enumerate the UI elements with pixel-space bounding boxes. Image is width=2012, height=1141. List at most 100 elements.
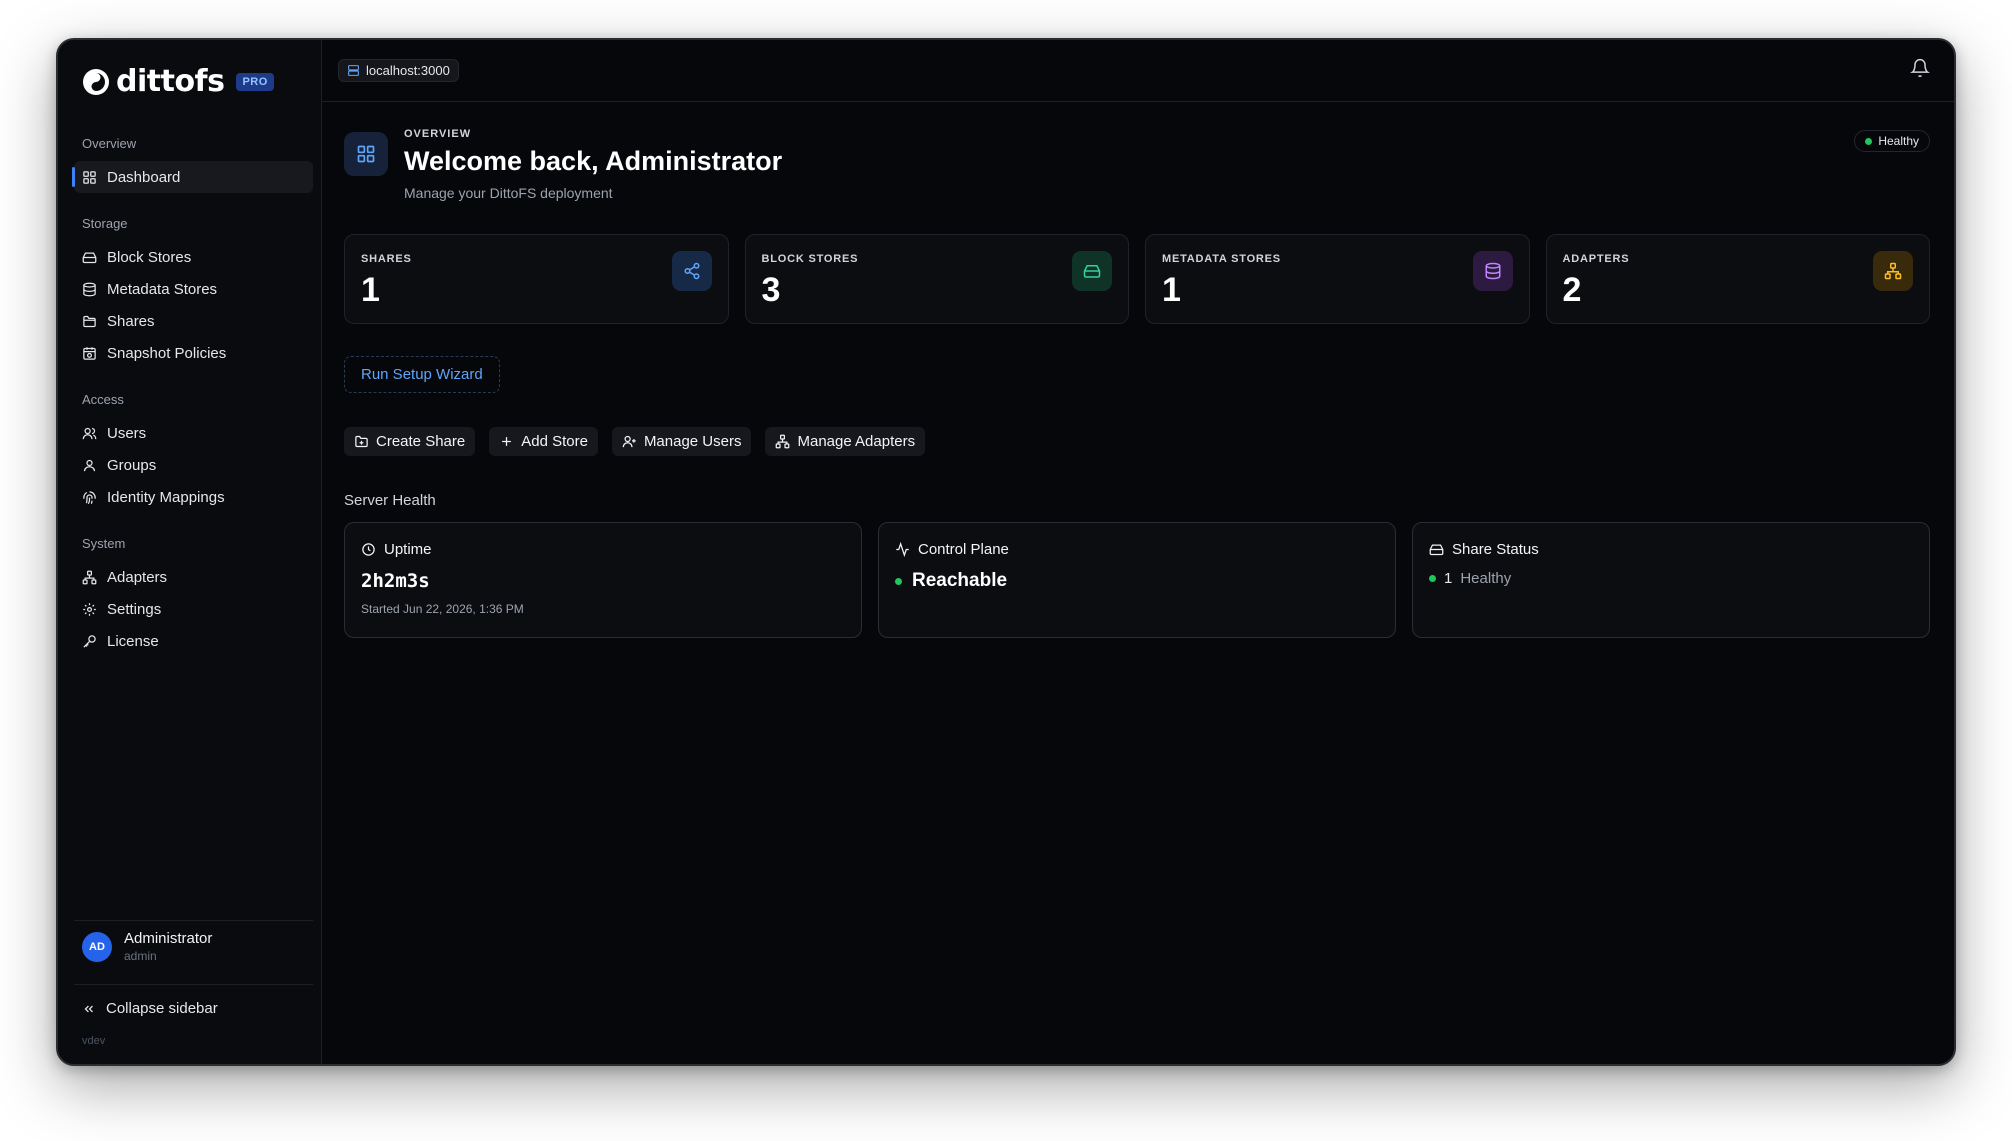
share-icon	[684, 262, 699, 280]
sidebar-item-label: Identity Mappings	[107, 488, 225, 506]
sidebar-item-groups[interactable]: Groups	[74, 449, 313, 481]
app-window: dittofs PRO Overview Dashboard Storage B…	[56, 38, 1956, 1066]
nav-section-system: System Adapters Settings License	[58, 536, 321, 657]
uptime-started: Started Jun 22, 2026, 1:36 PM	[361, 602, 524, 616]
control-plane-card: Control Plane Reachable	[878, 522, 1396, 638]
stat-icon	[1472, 251, 1513, 291]
status-label: Healthy	[1878, 134, 1919, 148]
collapse-sidebar-button[interactable]: Collapse sidebar	[82, 1000, 218, 1017]
plus-icon	[502, 437, 512, 446]
gear-icon	[83, 602, 96, 616]
host-label: localhost:3000	[366, 63, 450, 78]
users-icon	[83, 459, 96, 471]
folder-plus-icon	[355, 435, 368, 448]
control-plane-value: Reachable	[912, 570, 1008, 591]
sidebar-item-label: Dashboard	[107, 168, 181, 186]
sidebar-item-adapters[interactable]: Adapters	[74, 561, 313, 593]
stat-value: 1	[361, 271, 380, 309]
key-icon	[83, 634, 96, 648]
avatar: AD	[82, 931, 112, 962]
header-icon	[344, 132, 388, 176]
folder-icon	[83, 315, 96, 327]
uptime-value: 2h2m3s	[361, 570, 430, 592]
stat-card-adapters[interactable]: ADAPTERS 2	[1545, 234, 1930, 324]
page-eyebrow: OVERVIEW	[404, 128, 472, 140]
database-icon	[1485, 262, 1500, 280]
sidebar-item-users[interactable]: Users	[74, 417, 313, 449]
sidebar-item-identity-mappings[interactable]: Identity Mappings	[74, 481, 313, 513]
stat-value: 2	[1562, 271, 1582, 309]
sidebar-divider	[74, 984, 313, 985]
stat-card-shares[interactable]: SHARES 1	[344, 234, 729, 324]
sidebar-item-label: License	[107, 632, 159, 650]
add-store-button[interactable]: Add Store	[489, 427, 598, 456]
user-profile[interactable]: AD Administrator admin	[82, 930, 212, 963]
stat-label: ADAPTERS	[1562, 253, 1630, 265]
user-role: admin	[124, 949, 157, 963]
share-status-card: Share Status 1 Healthy	[1412, 522, 1930, 638]
manage-adapters-button[interactable]: Manage Adapters	[765, 427, 926, 456]
stat-icon	[671, 251, 712, 291]
pro-badge: PRO	[236, 72, 274, 91]
share-status-row: 1 Healthy	[1429, 570, 1913, 587]
version-label: vdev	[82, 1035, 106, 1047]
sidebar-item-settings[interactable]: Settings	[74, 593, 313, 625]
clock-icon	[362, 543, 375, 556]
page-title: Welcome back, Administrator	[404, 146, 783, 176]
nav-section-storage: Storage Block Stores Metadata Stores Sha…	[58, 216, 321, 369]
nav-section-title: Overview	[82, 136, 137, 151]
sidebar-item-label: Metadata Stores	[107, 280, 218, 298]
server-health-title: Server Health	[344, 492, 436, 509]
nav-section-overview: Overview Dashboard	[58, 136, 321, 193]
activity-icon	[896, 542, 909, 557]
sidebar-divider	[74, 920, 313, 921]
nav-section-title: Storage	[82, 216, 128, 231]
status-dot	[1865, 137, 1873, 145]
create-share-button[interactable]: Create Share	[344, 427, 476, 456]
collapse-sidebar-label: Collapse sidebar	[106, 1000, 218, 1017]
run-setup-wizard-button[interactable]: Run Setup Wizard	[344, 356, 500, 393]
app-name: dittofs	[116, 64, 225, 99]
stat-card-metadata-stores[interactable]: METADATA STORES 1	[1145, 234, 1530, 324]
database-icon	[83, 282, 96, 296]
user-name: Administrator	[124, 930, 213, 947]
chevrons-left-icon	[84, 1005, 93, 1012]
notifications-button[interactable]	[1910, 58, 1930, 83]
nav-section-access: Access Users Groups Identity Mappings	[58, 392, 321, 513]
button-label: Manage Users	[643, 433, 742, 450]
hard-drive-icon	[1083, 265, 1101, 278]
topbar: localhost:3000	[322, 40, 1954, 102]
sidebar-item-label: Users	[107, 424, 147, 442]
sidebar-item-snapshot-policies[interactable]: Snapshot Policies	[74, 337, 313, 369]
network-icon	[82, 570, 97, 584]
hard-drive-icon	[82, 252, 97, 263]
status-badge: Healthy	[1854, 130, 1930, 152]
control-plane-status: Reachable	[895, 570, 1379, 592]
button-label: Add Store	[521, 433, 588, 450]
sidebar-item-shares[interactable]: Shares	[74, 305, 313, 337]
app-logo[interactable]: dittofs PRO	[82, 64, 274, 99]
sidebar-item-dashboard[interactable]: Dashboard	[72, 161, 313, 193]
server-icon	[348, 65, 359, 76]
stat-icon	[1873, 251, 1913, 291]
calendar-clock-icon	[83, 346, 96, 360]
sidebar-item-label: Block Stores	[107, 248, 192, 266]
sidebar-item-license[interactable]: License	[74, 625, 313, 657]
stats-grid: SHARES 1 BLOCK STORES 3 METADATA STORES …	[344, 234, 1930, 324]
sidebar-item-label: Adapters	[107, 568, 168, 586]
stat-card-block-stores[interactable]: BLOCK STORES 3	[744, 234, 1129, 324]
quick-actions: Create Share Add Store Manage Users Mana…	[344, 427, 926, 456]
share-status-count: 1	[1444, 570, 1453, 587]
main-content: localhost:3000 OVERVIEW Welcome back, Ad…	[322, 40, 1954, 1064]
stat-value: 3	[761, 271, 781, 309]
user-icon	[82, 427, 97, 439]
sidebar-item-block-stores[interactable]: Block Stores	[74, 241, 313, 273]
nav-section-title: Access	[82, 392, 124, 407]
host-chip[interactable]: localhost:3000	[338, 59, 459, 82]
sidebar-item-metadata-stores[interactable]: Metadata Stores	[74, 273, 313, 305]
fingerprint-icon	[83, 490, 96, 504]
grid-icon	[357, 145, 375, 163]
manage-users-button[interactable]: Manage Users	[611, 427, 752, 456]
button-label: Create Share	[376, 433, 466, 450]
server-health-cards: Uptime 2h2m3s Started Jun 22, 2026, 1:36…	[344, 522, 1930, 638]
